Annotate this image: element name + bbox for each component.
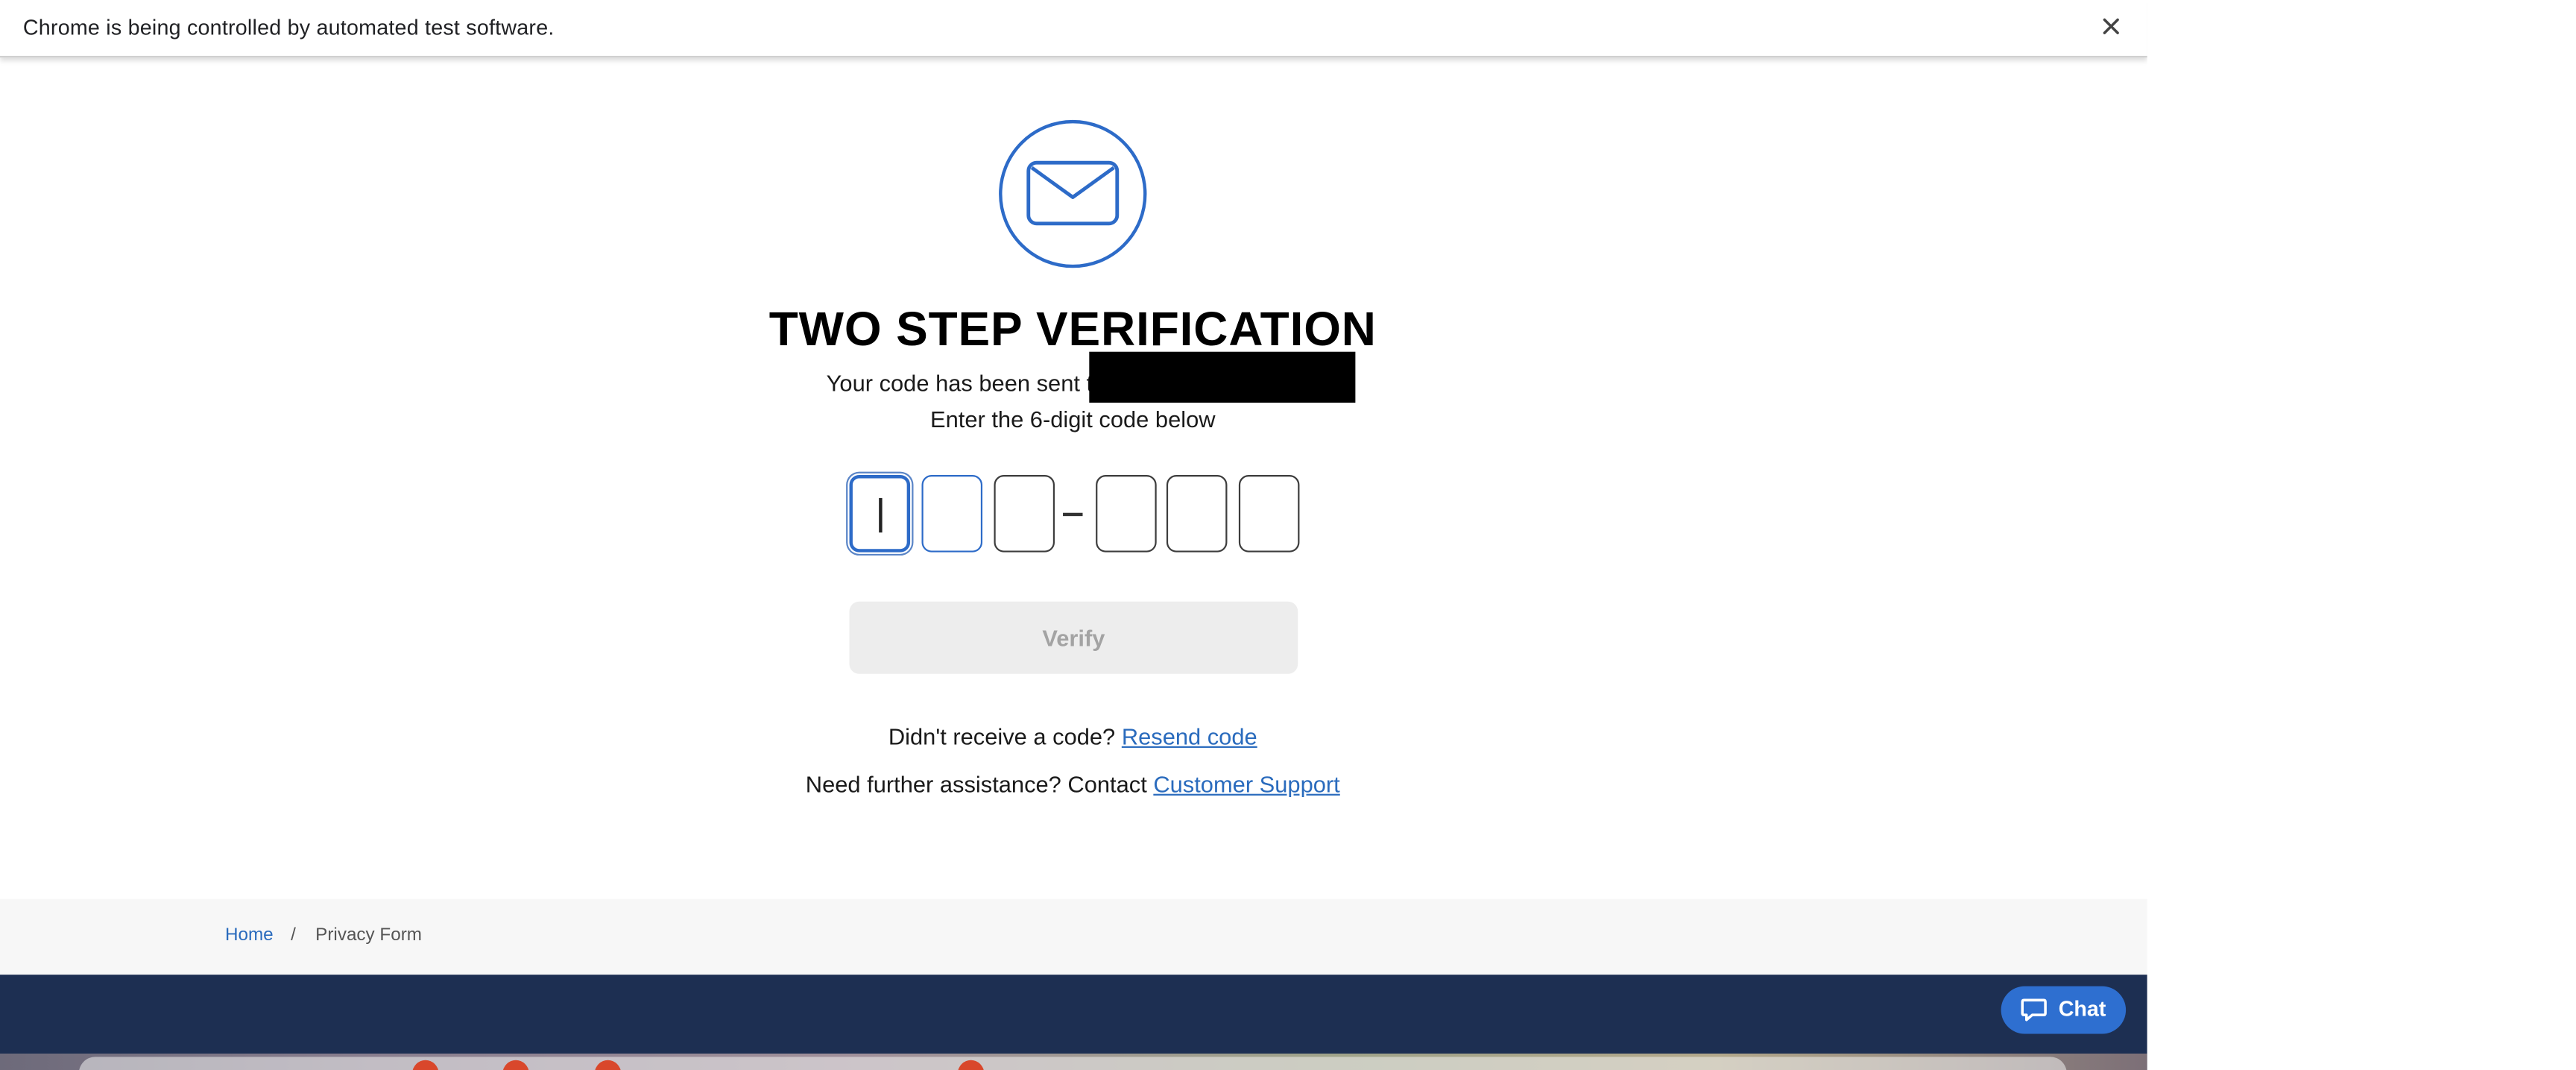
code-digit-5[interactable] [1166, 475, 1228, 553]
code-instruction: Enter the 6-digit code below [930, 406, 1216, 432]
code-digit-2[interactable] [921, 475, 983, 553]
breadcrumb-home-link[interactable]: Home [225, 925, 274, 945]
resend-code-link[interactable]: Resend code [1122, 723, 1257, 749]
verify-button[interactable]: Verify [849, 601, 1298, 674]
code-sent-text: Your code has been sent to [826, 369, 1106, 397]
code-digit-3[interactable] [994, 475, 1055, 553]
code-separator [1063, 512, 1083, 516]
resend-row: Didn't receive a code? Resend code [662, 723, 1483, 749]
page-title: TWO STEP VERIFICATION [768, 303, 1377, 357]
automation-infobar: Chrome is being controlled by automated … [0, 0, 2147, 58]
breadcrumb: Home / Privacy Form [0, 899, 2147, 975]
redacted-contact [1089, 351, 1356, 403]
breadcrumb-current: Privacy Form [315, 925, 422, 945]
breadcrumb-separator: / [291, 925, 296, 945]
resend-prompt: Didn't receive a code? [888, 723, 1116, 750]
customer-support-link[interactable]: Customer Support [1153, 771, 1339, 797]
code-digit-6[interactable] [1238, 475, 1300, 553]
chat-bubble-icon [2021, 998, 2047, 1022]
close-icon[interactable] [2096, 11, 2126, 41]
envelope-icon [999, 119, 1147, 268]
text-caret [879, 497, 882, 533]
support-row: Need further assistance? Contact Custome… [662, 771, 1483, 797]
support-prompt: Need further assistance? Contact [805, 770, 1147, 798]
page-viewport: Chrome is being controlled by automated … [0, 0, 2147, 1070]
code-digit-4[interactable] [1096, 475, 1157, 553]
chat-button[interactable]: Chat [2001, 986, 2127, 1034]
footer-nav-bar [78, 1057, 2067, 1070]
infobar-message: Chrome is being controlled by automated … [22, 14, 555, 40]
code-digit-1[interactable] [849, 475, 911, 553]
site-footer [0, 975, 2147, 1070]
chat-label: Chat [2058, 995, 2106, 1021]
